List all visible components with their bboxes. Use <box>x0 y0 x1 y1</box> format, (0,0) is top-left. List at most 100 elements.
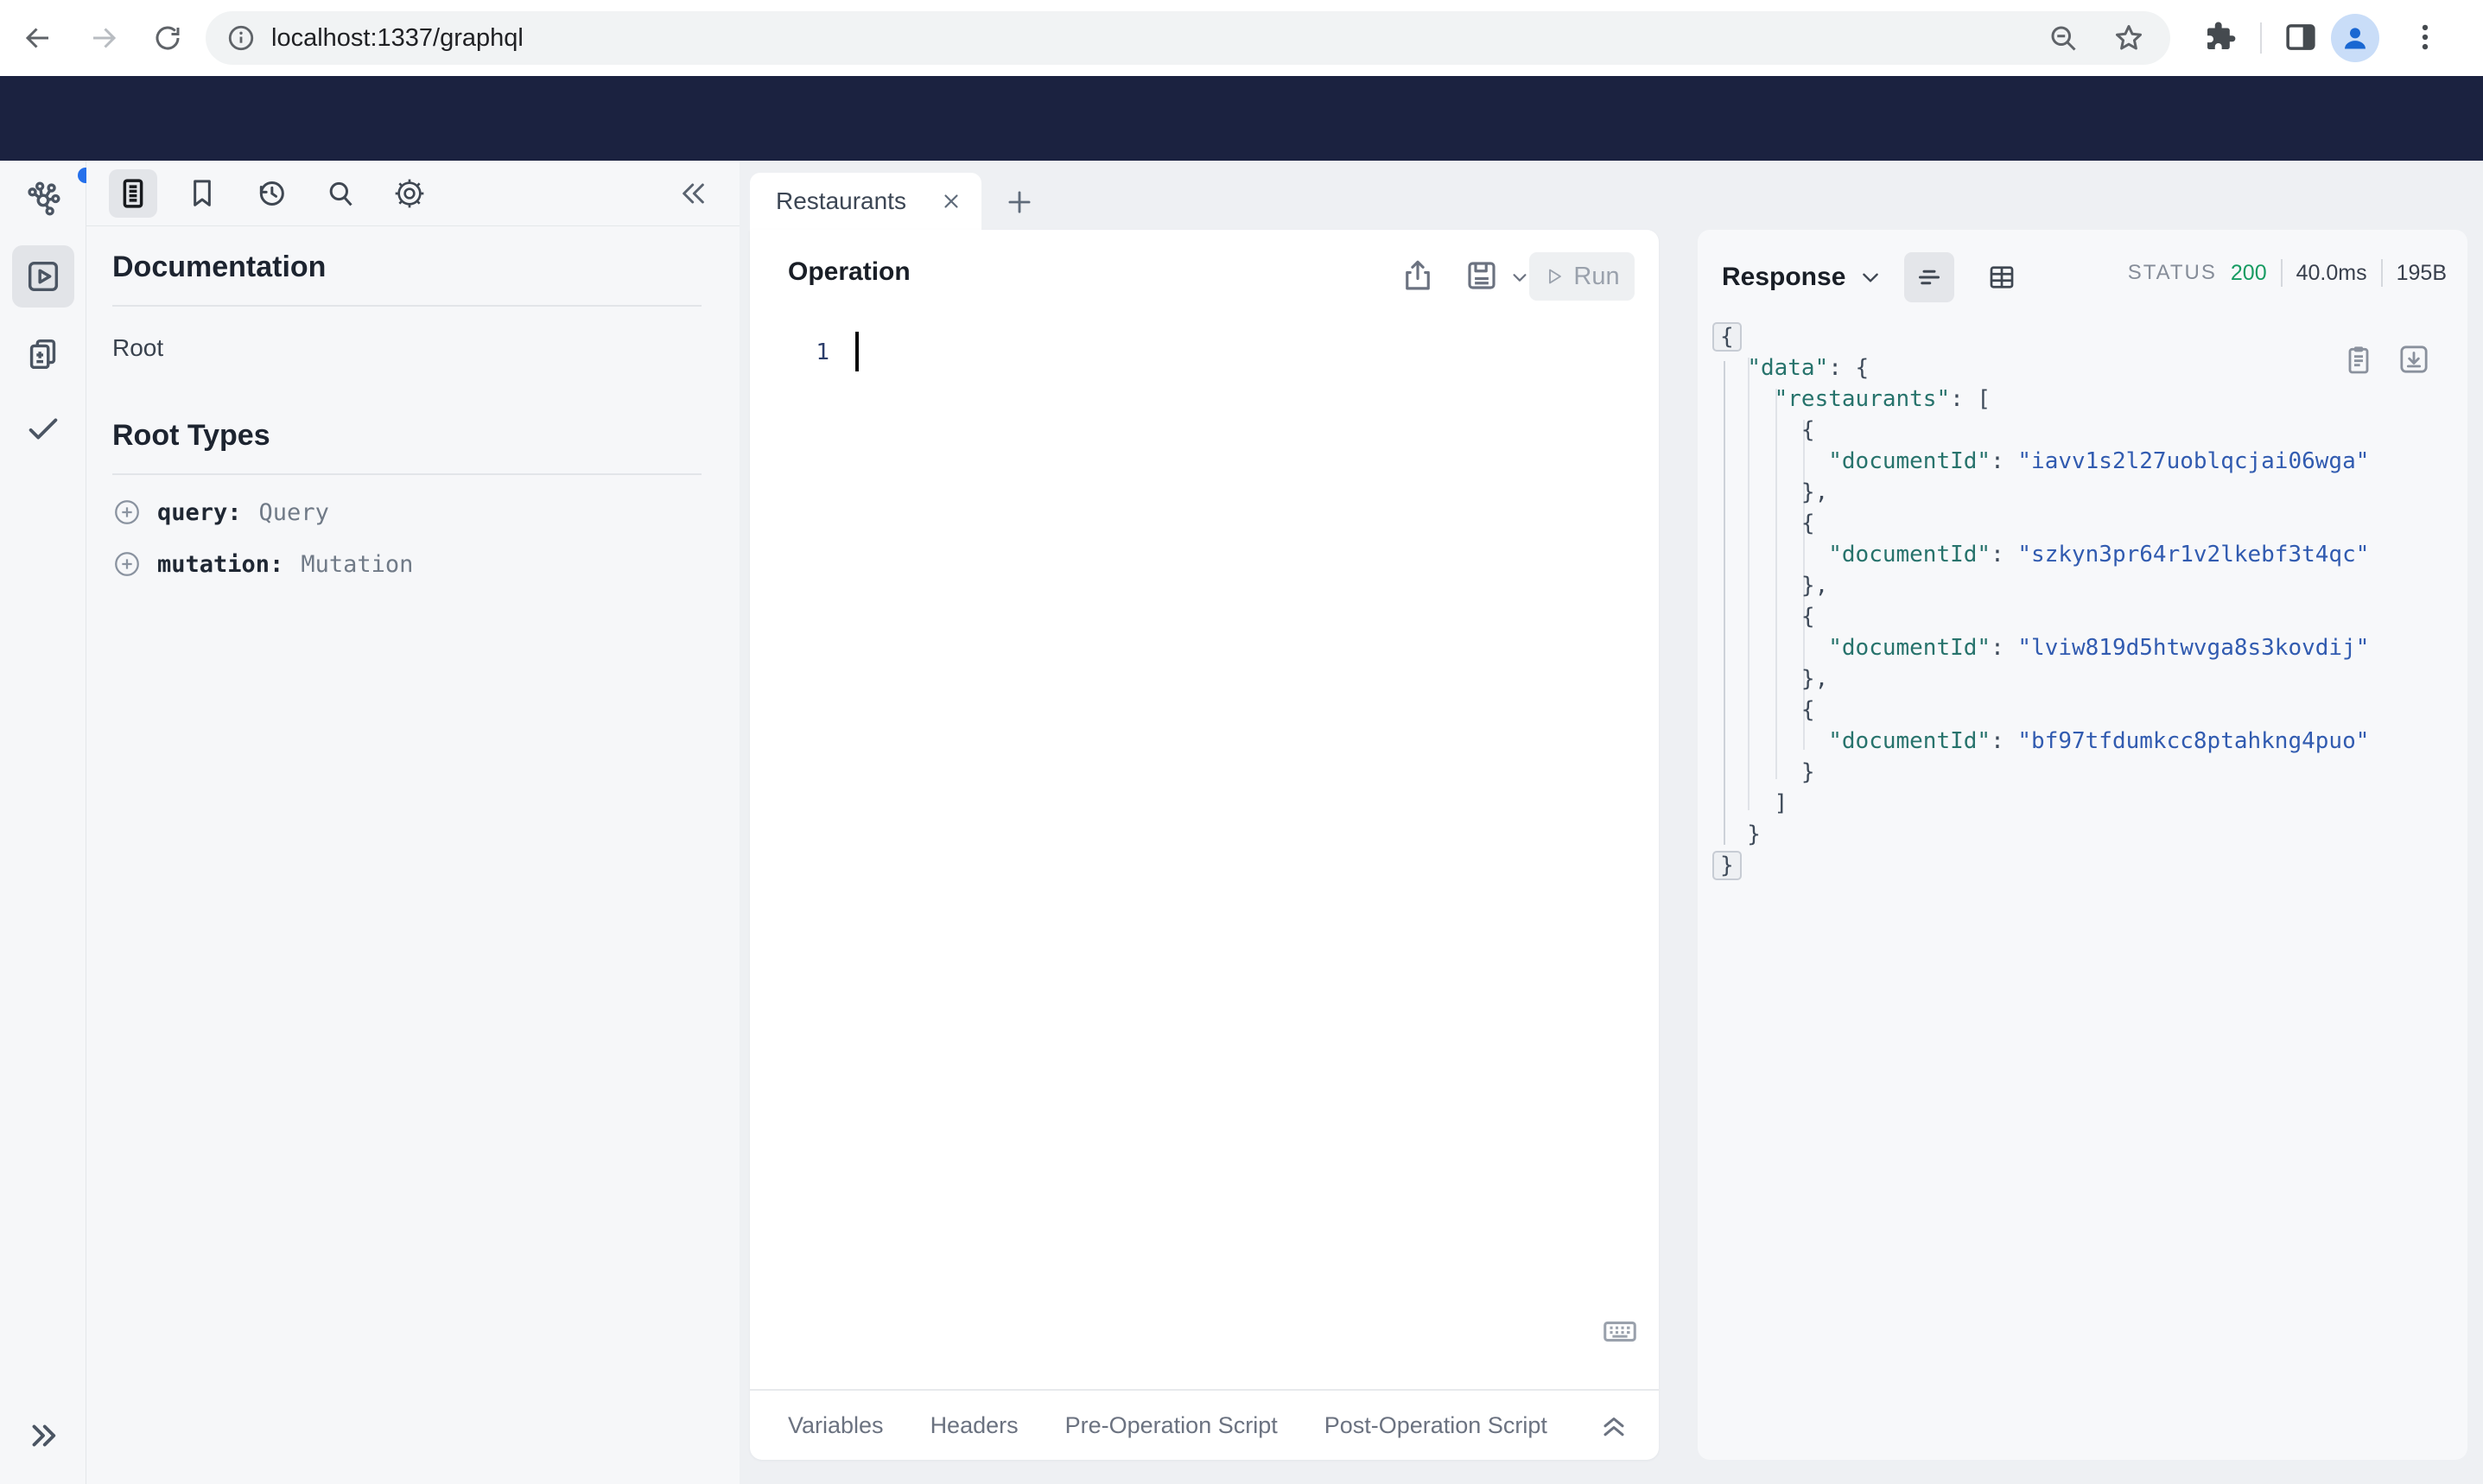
workspace: Restaurants Operation Run 1 Variables He… <box>740 161 2483 1484</box>
metrics-divider-2 <box>2380 259 2383 287</box>
url-text[interactable]: localhost:1337/graphql <box>271 24 2048 53</box>
browser-profile-avatar[interactable] <box>2331 14 2379 62</box>
json-line: } <box>1720 821 1761 847</box>
docs-root-types-title: Root Types <box>112 419 270 452</box>
zoom-out-icon[interactable] <box>2048 22 2079 54</box>
share-export-icon <box>1406 260 1430 290</box>
nav-explorer-button[interactable] <box>12 245 74 308</box>
share-operation-button[interactable] <box>1400 257 1436 294</box>
explorer-play-square-icon <box>28 261 59 292</box>
site-info-icon[interactable] <box>226 23 256 53</box>
tab-close-icon[interactable] <box>940 190 962 212</box>
graph-network-icon <box>28 181 60 216</box>
docs-bookmarks-button[interactable] <box>178 169 226 218</box>
table-view-icon <box>1991 266 2014 289</box>
response-json-code[interactable]: { "data": { "restaurants": [ { "document… <box>1712 321 2370 881</box>
docs-divider-2 <box>112 473 702 475</box>
address-bar[interactable]: localhost:1337/graphql <box>206 11 2170 65</box>
response-menu-chevron-icon[interactable] <box>1859 266 1882 289</box>
docs-title: Documentation <box>112 251 327 283</box>
json-line: }, <box>1720 573 1829 599</box>
rail-expand-button[interactable] <box>12 1405 74 1467</box>
nav-changelog-button[interactable] <box>12 323 74 385</box>
download-icon <box>2400 346 2428 373</box>
browser-back-button[interactable] <box>12 12 64 64</box>
keyboard-icon <box>1603 1321 1636 1342</box>
docs-root-link[interactable]: Root <box>112 334 163 362</box>
browser-reload-button[interactable] <box>142 12 194 64</box>
doc-field-mutation[interactable]: mutation: Mutation <box>112 549 702 579</box>
response-metrics: STATUS 200 40.0ms 195B <box>2128 259 2447 287</box>
fold-toggle[interactable]: } <box>1712 851 1742 880</box>
editor-text-cursor[interactable] <box>855 332 859 371</box>
fold-toggle[interactable]: { <box>1712 322 1742 352</box>
operation-title: Operation <box>788 257 911 286</box>
json-line: }, <box>1720 666 1829 692</box>
double-chevron-right-icon <box>32 1424 56 1447</box>
tab-title: Restaurants <box>776 187 906 214</box>
nav-checks-button[interactable] <box>12 397 74 460</box>
search-icon <box>329 181 352 206</box>
json-line: "data": { <box>1747 355 1870 381</box>
double-chevron-left-icon <box>683 183 704 204</box>
history-clock-icon <box>259 181 284 206</box>
gear-icon <box>395 179 424 207</box>
doc-field-query[interactable]: query: Query <box>112 498 702 527</box>
footer-expand-button[interactable] <box>1597 1408 1631 1443</box>
browser-menu-kebab-icon[interactable] <box>2409 21 2442 54</box>
operation-footer-bar: Variables Headers Pre-Operation Script Post… <box>750 1389 1659 1460</box>
status-label: STATUS <box>2127 261 2217 284</box>
json-line: "documentId": "szkyn3pr64r1v2lkebf3t4qc" <box>1828 542 2370 568</box>
json-line: ] <box>1720 790 1788 816</box>
plus-icon <box>1008 191 1031 213</box>
docs-history-button[interactable] <box>247 169 295 218</box>
status-code: 200 <box>2230 260 2267 285</box>
run-button[interactable]: Run <box>1529 252 1635 301</box>
response-json-view-button[interactable] <box>1904 252 1955 302</box>
response-table-view-button[interactable] <box>1977 252 2027 302</box>
editor-line-number: 1 <box>816 339 829 365</box>
response-panel: Response STATUS 200 40.0ms 195B {"data"… <box>1698 230 2467 1460</box>
left-nav-rail <box>0 161 93 1484</box>
footer-tab-post-operation-script[interactable]: Post-Operation Script <box>1324 1412 1547 1439</box>
download-response-button[interactable] <box>2397 342 2431 377</box>
main-area: Documentation Root Root Types query: Quer… <box>0 161 2483 1484</box>
expand-plus-circle-icon[interactable] <box>112 549 142 579</box>
footer-tab-pre-operation-script[interactable]: Pre-Operation Script <box>1065 1412 1278 1439</box>
json-line: { <box>1720 604 1815 630</box>
docs-collapse-button[interactable] <box>672 174 710 212</box>
keyboard-shortcuts-icon[interactable] <box>1600 1311 1640 1351</box>
forward-arrow-icon <box>93 28 117 48</box>
run-label: Run <box>1573 262 1620 290</box>
json-line: }, <box>1720 479 1829 505</box>
back-arrow-icon <box>25 28 48 48</box>
json-line: "restaurants": [ <box>1774 386 1991 412</box>
response-title: Response <box>1722 263 1846 291</box>
json-line: } <box>1712 850 2369 881</box>
expand-plus-circle-icon[interactable] <box>112 498 142 527</box>
save-menu-chevron-icon[interactable] <box>1510 268 1529 287</box>
nav-schema-graph-button[interactable] <box>12 168 93 230</box>
extensions-puzzle-icon[interactable] <box>2201 19 2238 55</box>
toolbar-divider <box>2260 22 2262 54</box>
bookmark-star-icon[interactable] <box>2113 22 2144 54</box>
operation-tab-restaurants[interactable]: Restaurants <box>750 173 981 230</box>
docs-documentation-tab-button[interactable] <box>109 168 157 218</box>
browser-chrome: localhost:1337/graphql <box>0 0 2483 76</box>
docs-root-type-list: query: Query mutation: Mutation <box>112 498 702 579</box>
side-panel-icon[interactable] <box>2283 19 2319 55</box>
profile-person-icon <box>2345 28 2366 49</box>
response-duration: 40.0ms <box>2296 260 2367 285</box>
browser-forward-button[interactable] <box>78 12 130 64</box>
document-icon <box>123 178 143 208</box>
operation-panel: Operation Run 1 Variables Headers Pre-Op… <box>750 230 1659 1460</box>
text-lines-view-icon <box>1919 270 1940 285</box>
footer-tab-variables[interactable]: Variables <box>788 1412 884 1439</box>
bookmark-icon <box>194 179 211 206</box>
footer-tab-headers[interactable]: Headers <box>930 1412 1019 1439</box>
docs-search-button[interactable] <box>316 169 365 218</box>
docs-settings-button[interactable] <box>385 169 434 218</box>
new-tab-button[interactable] <box>1000 183 1038 221</box>
save-operation-button[interactable] <box>1464 257 1500 294</box>
metrics-divider <box>2280 259 2283 287</box>
